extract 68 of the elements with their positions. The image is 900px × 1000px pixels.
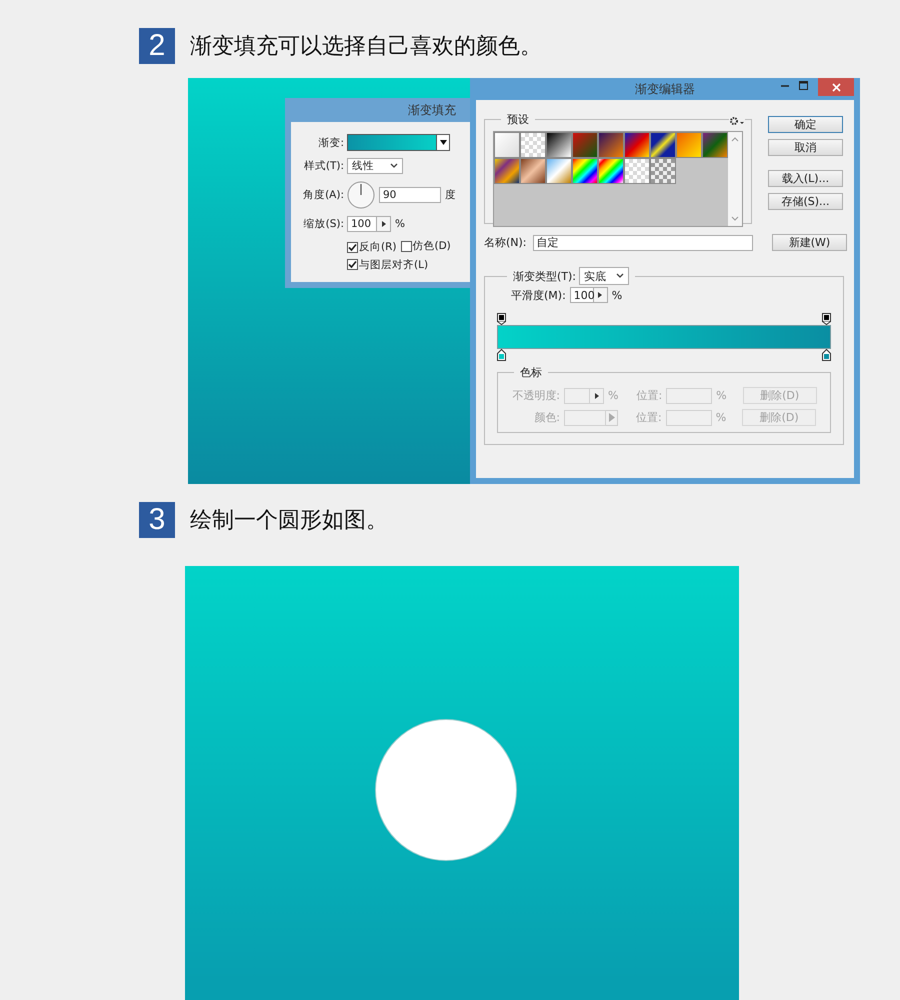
dialog-title: 渐变编辑器 [635, 80, 695, 98]
dialog-button[interactable]: 存储(S)... [768, 193, 843, 210]
step-text: 渐变填充可以选择自己喜欢的颜色。 [190, 33, 542, 61]
unit-label: % [608, 389, 618, 402]
group-label: 色标 [519, 365, 543, 380]
triangle-right-icon [608, 413, 614, 422]
field-label: 不透明度: [511, 388, 560, 403]
name-input[interactable]: 自定 [532, 234, 753, 250]
gradient-preset[interactable] [572, 158, 598, 184]
angle-input[interactable]: 90 [379, 187, 441, 203]
checkbox-label: 与图层对齐(L) [359, 258, 428, 272]
triangle-right-icon [594, 392, 598, 398]
unit-label: % [716, 389, 727, 402]
field-label: 渐变类型(T): [513, 268, 576, 284]
field-label: 位置: [636, 410, 662, 425]
maximize-icon[interactable] [799, 81, 808, 90]
triangle-down-icon [440, 140, 446, 145]
gradient-swatch[interactable] [347, 134, 437, 151]
field-label: 平滑度(M): [511, 288, 566, 302]
angle-dial-icon[interactable] [347, 181, 375, 209]
checkbox[interactable] [400, 240, 412, 252]
field-label: 颜色: [533, 410, 560, 425]
field-label: 角度(A): [302, 188, 345, 202]
unit-label: % [716, 411, 726, 424]
step-number: 2 [139, 28, 175, 64]
color-stop-icon[interactable] [497, 349, 506, 361]
checkbox[interactable] [347, 259, 358, 270]
field-label: 缩放(S): [302, 217, 345, 231]
opacity-stop-icon[interactable] [497, 313, 506, 325]
field-label: 位置: [636, 388, 662, 403]
field-label: 名称(N): [484, 235, 527, 250]
dialog-button[interactable]: 确定 [768, 116, 843, 133]
scale-input[interactable]: 100 [347, 216, 377, 232]
unit-label: % [395, 218, 405, 230]
scroll-down-icon[interactable] [731, 216, 739, 222]
field-label: 样式(T): [302, 159, 345, 173]
close-icon [832, 82, 840, 92]
smoothness-input[interactable]: 100 [570, 287, 594, 303]
dialog-button[interactable]: 新建(W) [772, 234, 847, 251]
gradient-preset[interactable] [624, 132, 650, 158]
gradient-preset[interactable] [650, 132, 676, 158]
gradient-preset[interactable] [546, 132, 572, 158]
step-text: 绘制一个圆形如图。 [190, 507, 388, 535]
dialog-button[interactable]: 取消 [768, 139, 843, 156]
close-button[interactable] [818, 78, 854, 96]
chevron-down-icon [390, 163, 398, 169]
dialog-button[interactable]: 载入(L)... [768, 170, 843, 187]
unit-label: % [612, 288, 622, 302]
checkbox-label: 反向(R) [359, 240, 396, 254]
checkbox[interactable] [347, 242, 358, 252]
dialog-title: 渐变填充 [408, 102, 456, 118]
color-stop-icon[interactable] [822, 349, 831, 361]
group-label: 预设 [506, 112, 530, 127]
step-number: 3 [139, 502, 175, 538]
scroll-up-icon[interactable] [731, 136, 739, 142]
dropdown-button[interactable] [437, 134, 450, 151]
spin-button[interactable] [377, 216, 391, 232]
unit-label: 度 [445, 188, 456, 202]
triangle-right-icon [382, 221, 386, 227]
style-select[interactable]: 线性 [347, 158, 403, 174]
chevron-down-icon [616, 273, 624, 279]
triangle-right-icon [598, 292, 602, 298]
spin-button[interactable] [594, 287, 608, 303]
type-select[interactable]: 实底 [579, 267, 630, 285]
checkbox-label: 仿色(D) [412, 239, 451, 253]
opacity-stop-icon[interactable] [822, 313, 831, 325]
field-label: 渐变: [317, 136, 345, 150]
gradient-preset[interactable] [598, 158, 624, 184]
